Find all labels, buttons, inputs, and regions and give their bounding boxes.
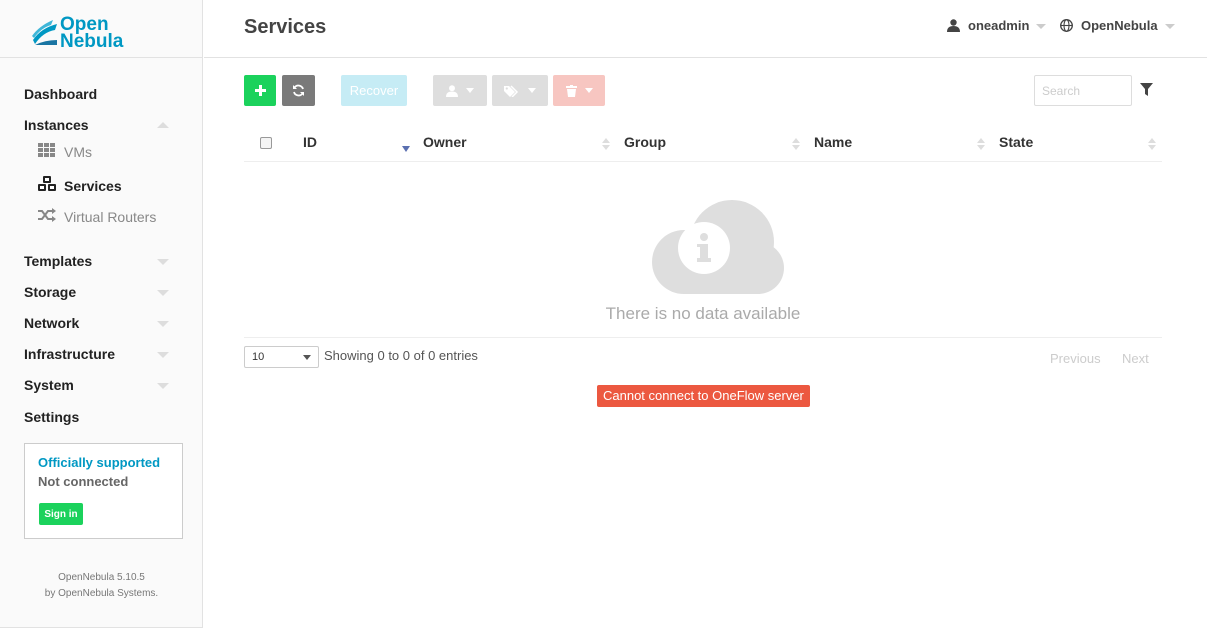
templates-expand-icon[interactable] xyxy=(157,259,169,265)
brand-text: Open Nebula xyxy=(60,15,124,52)
zone-name: OpenNebula xyxy=(1081,18,1158,33)
page-length-select[interactable]: 10 xyxy=(244,346,319,368)
sidebar-subitem-label: Services xyxy=(64,177,122,194)
sidebar-item-infrastructure[interactable]: Infrastructure xyxy=(24,346,115,362)
zone-menu[interactable]: OpenNebula xyxy=(1060,18,1175,33)
empty-table-message: There is no data available xyxy=(605,304,801,323)
network-expand-icon[interactable] xyxy=(157,321,169,327)
table-header: ID Owner Group Name State xyxy=(244,126,1162,162)
sidebar-item-storage[interactable]: Storage xyxy=(24,284,76,300)
version-line: OpenNebula 5.10.5 xyxy=(58,572,145,583)
sort-icon[interactable] xyxy=(1148,138,1156,150)
sort-desc-icon[interactable] xyxy=(402,146,410,152)
storage-expand-icon[interactable] xyxy=(157,290,169,296)
column-header-state[interactable]: State xyxy=(999,134,1033,150)
sidebar-subitem-virtual-routers[interactable]: Virtual Routers xyxy=(38,208,156,225)
support-title: Officially supported xyxy=(38,455,161,470)
recover-button[interactable]: Recover xyxy=(341,75,407,106)
table-info: Showing 0 to 0 of 0 entries xyxy=(324,348,478,363)
refresh-icon xyxy=(293,84,304,97)
plus-icon xyxy=(254,85,266,96)
column-header-name[interactable]: Name xyxy=(814,134,852,150)
search-input[interactable] xyxy=(1034,75,1132,106)
brand-line2: Nebula xyxy=(60,31,124,52)
chevron-down-icon xyxy=(1164,24,1175,29)
sort-icon[interactable] xyxy=(602,138,610,150)
pagination-previous[interactable]: Previous xyxy=(1050,351,1101,366)
page-title: Services xyxy=(244,16,327,38)
pagination-next[interactable]: Next xyxy=(1122,351,1149,366)
cloud-info-icon xyxy=(652,200,784,294)
sort-icon[interactable] xyxy=(792,138,800,150)
brand-logo[interactable]: Open Nebula xyxy=(0,0,202,58)
refresh-button[interactable] xyxy=(282,75,315,106)
delete-button[interactable] xyxy=(553,75,605,106)
infrastructure-expand-icon[interactable] xyxy=(157,352,169,358)
sign-in-button[interactable]: Sign in xyxy=(39,503,83,525)
instances-collapse-icon[interactable] xyxy=(157,122,169,128)
user-menu[interactable]: oneadmin xyxy=(947,18,1047,33)
globe-icon xyxy=(1060,19,1073,32)
sidebar-item-dashboard[interactable]: Dashboard xyxy=(24,86,97,102)
chevron-down-icon xyxy=(584,88,593,93)
sidebar-item-templates[interactable]: Templates xyxy=(24,253,92,269)
trash-icon xyxy=(565,84,577,97)
sidebar-item-settings[interactable]: Settings xyxy=(24,409,79,425)
user-icon xyxy=(446,84,458,97)
sort-icon[interactable] xyxy=(977,138,985,150)
column-header-id[interactable]: ID xyxy=(303,134,317,150)
change-owner-button[interactable] xyxy=(433,75,487,106)
grid-icon xyxy=(38,143,56,161)
support-panel: Officially supported Not connected Sign … xyxy=(24,443,183,539)
create-button[interactable] xyxy=(244,75,276,106)
chevron-down-icon xyxy=(528,88,536,93)
user-name: oneadmin xyxy=(968,18,1030,33)
opennebula-logo-icon xyxy=(32,20,57,45)
support-status: Not connected xyxy=(38,474,129,489)
column-header-group[interactable]: Group xyxy=(624,134,666,150)
sidebar-subitem-label: Virtual Routers xyxy=(64,208,157,225)
user-icon xyxy=(947,19,960,32)
page-length-value: 10 xyxy=(252,351,265,363)
table-divider xyxy=(244,337,1162,338)
chevron-down-icon xyxy=(303,355,311,360)
labels-button[interactable] xyxy=(492,75,548,106)
sidebar-item-system[interactable]: System xyxy=(24,377,74,393)
sidebar-subitem-vms[interactable]: VMs xyxy=(38,143,92,161)
sidebar-subitem-services[interactable]: Services xyxy=(38,176,122,195)
sidebar-item-instances[interactable]: Instances xyxy=(24,117,89,133)
cubes-icon xyxy=(38,176,56,195)
tags-icon xyxy=(504,84,519,97)
filter-icon[interactable] xyxy=(1140,83,1153,96)
column-header-owner[interactable]: Owner xyxy=(423,134,467,150)
vendor-line: by OpenNebula Systems. xyxy=(44,588,159,599)
shuffle-icon xyxy=(38,208,56,225)
chevron-down-icon xyxy=(466,88,474,93)
version-info: OpenNebula 5.10.5 by OpenNebula Systems. xyxy=(0,570,203,602)
sidebar: Open Nebula Dashboard Instances VMs Serv… xyxy=(0,0,203,628)
chevron-down-icon xyxy=(1036,24,1047,29)
system-expand-icon[interactable] xyxy=(157,383,169,389)
sidebar-item-network[interactable]: Network xyxy=(24,315,79,331)
select-all-checkbox[interactable] xyxy=(260,137,272,149)
sidebar-subitem-label: VMs xyxy=(64,144,92,160)
top-header: Services oneadmin OpenNebula xyxy=(204,0,1207,58)
error-notification: Cannot connect to OneFlow server xyxy=(597,385,810,407)
